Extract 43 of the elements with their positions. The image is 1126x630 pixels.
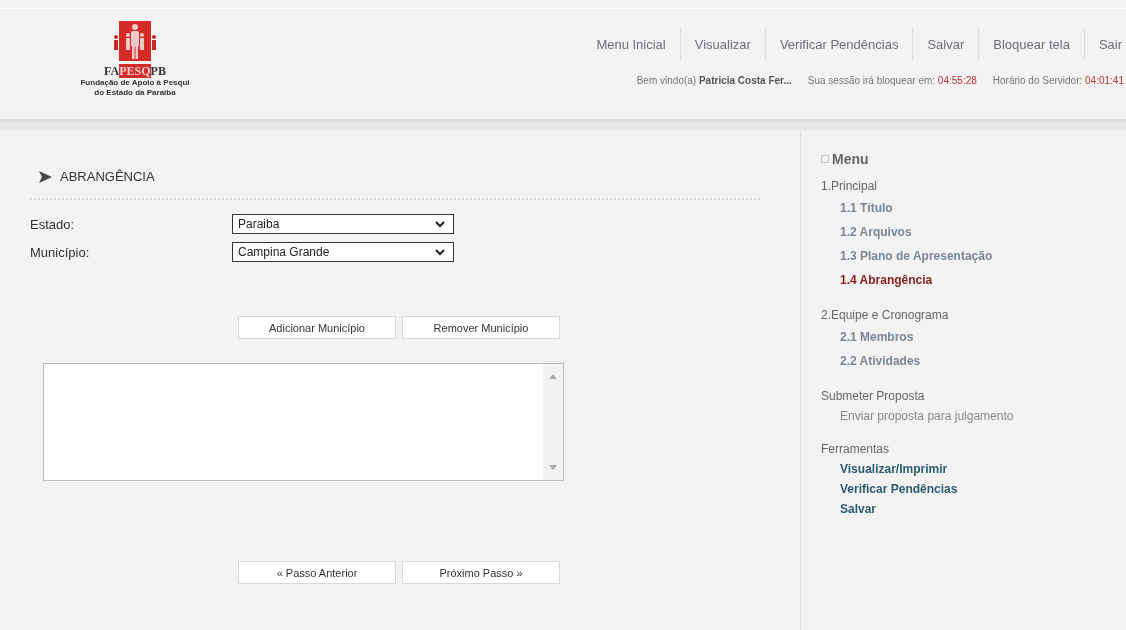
nav-link[interactable]: Menu Inicial: [582, 36, 680, 52]
menu-link[interactable]: 1.4 Abrangência: [821, 268, 933, 292]
menu-link[interactable]: 2.2 Atividades: [821, 349, 921, 373]
dropdown-caret-icon: [435, 248, 445, 256]
menu-link[interactable]: 1.1 Título: [821, 196, 893, 220]
dropdown-caret-icon: [435, 220, 445, 228]
menu-grid-icon: [821, 155, 829, 163]
list-box[interactable]: [43, 363, 564, 481]
scroll-up-icon[interactable]: [549, 374, 557, 379]
nav-link[interactable]: Visualizar: [680, 36, 765, 52]
nav-link[interactable]: Verificar Pendências: [765, 36, 913, 52]
server-time-text: Horário do Servidor: 04:01:41: [992, 75, 1124, 86]
step-button[interactable]: « Passo Anterior: [238, 561, 396, 584]
section-title: ABRANGÊNCIA: [60, 169, 155, 184]
form-button[interactable]: Adicionar Município: [238, 316, 396, 339]
session-lock-text: Sua sessão irá bloquear em: 04:55:28: [807, 75, 977, 86]
menu-title: Menu: [832, 151, 869, 167]
menu-group-title: 1.Principal: [821, 178, 878, 195]
chevron-icon: [38, 170, 52, 183]
menu-group-title: 2.Equipe e Cronograma: [821, 307, 949, 324]
field-label: Estado:: [30, 216, 76, 232]
menu-link[interactable]: Visualizar/Imprimir: [821, 459, 948, 479]
menu-group-title: Submeter Proposta: [821, 388, 925, 405]
step-button[interactable]: Próximo Passo »: [402, 561, 560, 584]
menu-group-title: Ferramentas: [821, 441, 890, 458]
logo-figures-icon: [113, 21, 157, 61]
menu-link[interactable]: Verificar Pendências: [821, 479, 958, 499]
select-field[interactable]: Paraiba: [232, 214, 454, 234]
form-button[interactable]: Remover Município: [402, 316, 560, 339]
logo-caption: Fundação de Apoio à Pesqui: [80, 78, 190, 88]
nav-link[interactable]: Salvar: [913, 36, 979, 52]
select-field[interactable]: Campina Grande: [232, 242, 454, 262]
menu-link[interactable]: 1.2 Arquivos: [821, 220, 912, 244]
field-label: Município:: [30, 244, 91, 260]
scroll-down-icon[interactable]: [549, 465, 557, 470]
menu-link[interactable]: 1.3 Plano de Apresentação: [821, 244, 993, 268]
nav-link[interactable]: Bloquear tela: [979, 36, 1084, 52]
nav-link[interactable]: Sair: [1084, 36, 1126, 52]
menu-link[interactable]: Salvar: [821, 499, 877, 519]
menu-link[interactable]: Enviar proposta para julgamento: [821, 406, 1014, 426]
logo-caption: do Estado da Paraiba: [94, 88, 176, 98]
welcome-text: Bem vindo(a) Patricia Costa Fer...: [636, 75, 792, 86]
menu-link[interactable]: 2.1 Membros: [821, 325, 914, 349]
